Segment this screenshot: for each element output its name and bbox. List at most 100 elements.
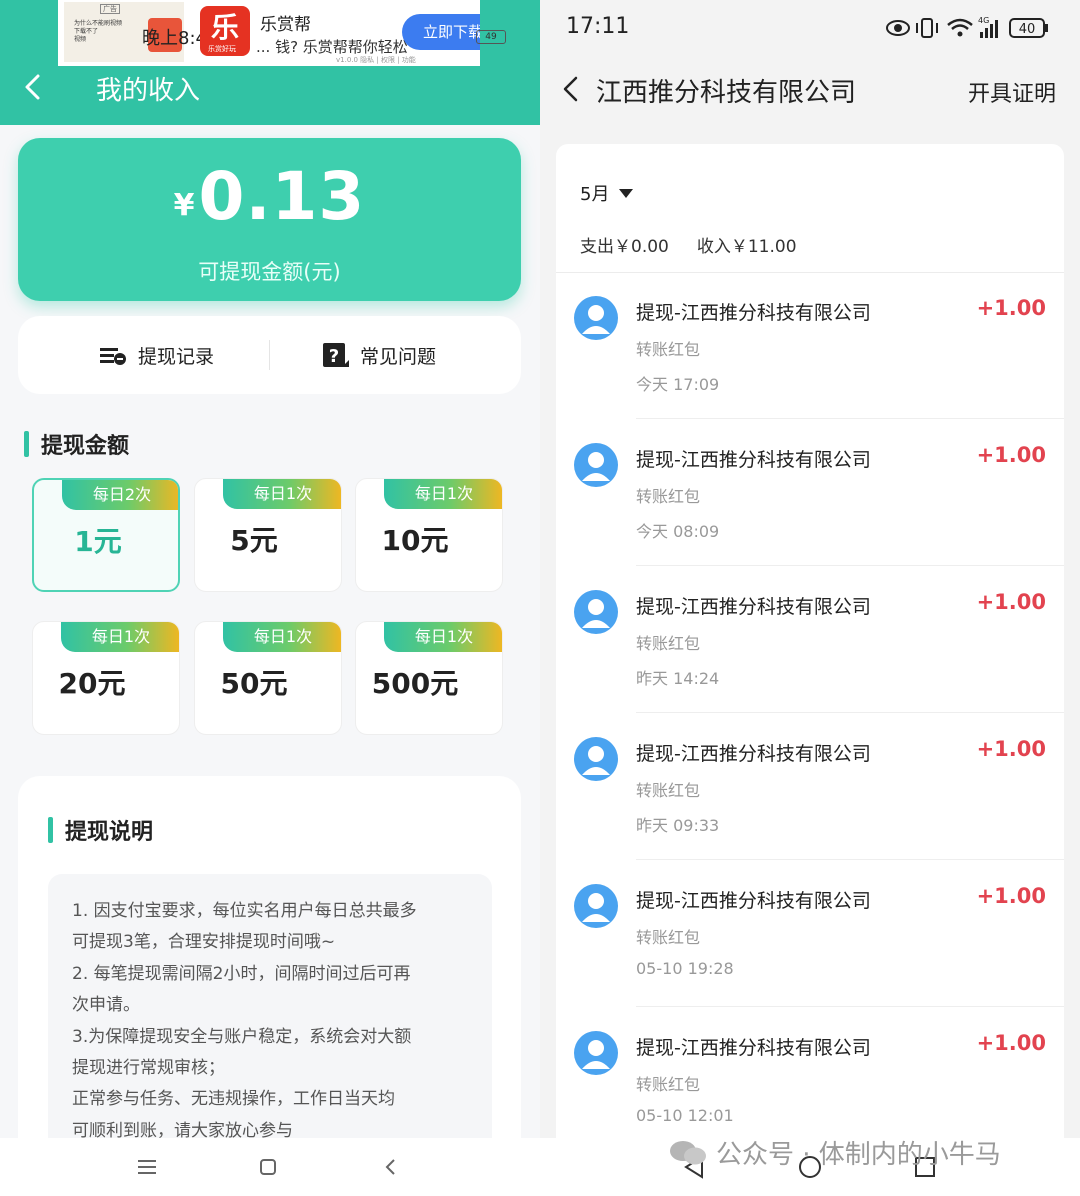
amount-limit-tag: 每日1次 bbox=[223, 622, 341, 652]
amount-option-20[interactable]: 每日1次 20元 bbox=[32, 621, 180, 735]
faq-button[interactable]: ? 常见问题 bbox=[320, 316, 436, 394]
transaction-row[interactable]: 提现-江西推分科技有限公司 +1.00 转账红包 昨天 09:33 bbox=[556, 713, 1064, 860]
balance-amount: ¥0.13 bbox=[18, 158, 521, 235]
transaction-time: 05-10 19:28 bbox=[636, 959, 734, 978]
home-icon[interactable] bbox=[253, 1152, 283, 1182]
transaction-type: 转账红包 bbox=[636, 781, 701, 800]
menu-icon[interactable] bbox=[132, 1152, 162, 1182]
svg-text:?: ? bbox=[329, 346, 339, 367]
battery-icon: 40 bbox=[1009, 18, 1048, 38]
issue-certificate-button[interactable]: 开具证明 bbox=[968, 76, 1056, 108]
notes-text: 1. 因支付宝要求，每位实名用户每日总共最多 可提现3笔，合理安排提现时间哦~ … bbox=[72, 896, 476, 1147]
transaction-amount: +1.00 bbox=[976, 296, 1046, 320]
amount-option-10[interactable]: 每日1次 10元 bbox=[355, 478, 503, 592]
wifi-icon bbox=[947, 18, 973, 37]
status-icons: 4G 40 bbox=[886, 16, 1048, 38]
amount-limit-tag: 每日1次 bbox=[223, 479, 341, 509]
amount-value: 10元 bbox=[381, 524, 449, 557]
transaction-amount: +1.00 bbox=[976, 884, 1046, 908]
record-list-icon bbox=[100, 348, 126, 365]
notes-line: 提现进行常规审核； bbox=[72, 1058, 225, 1079]
action-bar: 提现记录 ? 常见问题 bbox=[18, 316, 521, 394]
status-time: 17:11 bbox=[566, 14, 630, 39]
month-selector[interactable]: 5月 bbox=[580, 180, 634, 206]
amount-option-500[interactable]: 每日1次 500元 bbox=[355, 621, 503, 735]
balance-label: 可提现金额(元) bbox=[198, 260, 341, 284]
transaction-row[interactable]: 提现-江西推分科技有限公司 +1.00 转账红包 今天 17:09 bbox=[556, 272, 1064, 419]
amount-limit-tag: 每日1次 bbox=[384, 479, 502, 509]
month-summary: 支出￥0.00 收入￥11.00 bbox=[580, 232, 797, 257]
system-nav-bar bbox=[0, 1138, 540, 1196]
transaction-time: 昨天 14:24 bbox=[636, 669, 720, 688]
transaction-row[interactable]: 提现-江西推分科技有限公司 +1.00 转账红包今天 08:09 bbox=[556, 419, 1064, 566]
balance-value: 0.13 bbox=[198, 158, 366, 235]
notes-line: 次申请。 bbox=[72, 995, 140, 1016]
ad-logo-caption: 乐赏好玩 bbox=[208, 45, 236, 53]
watermark: 公众号 · 体制内的小牛马 bbox=[668, 1134, 1001, 1171]
notes-line: 可提现3笔，合理安排提现时间哦~ bbox=[72, 932, 336, 953]
page-title: 江西推分科技有限公司 bbox=[596, 78, 857, 108]
page-title: 我的收入 bbox=[96, 76, 201, 106]
withdraw-notes-card: 提现说明 1. 因支付宝要求，每位实名用户每日总共最多 可提现3笔，合理安排提现… bbox=[18, 776, 521, 1196]
transaction-type: 转账红包 bbox=[636, 1075, 701, 1094]
transaction-row[interactable]: 提现-江西推分科技有限公司 +1.00 转账红包 05-10 19:28 bbox=[556, 860, 1064, 1007]
withdraw-record-button[interactable]: 提现记录 bbox=[98, 316, 214, 394]
ad-fineprint[interactable]: v1.0.0 隐私 | 权限 | 功能 bbox=[336, 55, 416, 65]
ad-description: ... 钱? 乐赏帮帮你轻松 bbox=[256, 38, 408, 56]
transaction-amount: +1.00 bbox=[976, 590, 1046, 614]
section-accent-bar bbox=[48, 817, 53, 843]
balance-card: ¥0.13 可提现金额(元) bbox=[18, 138, 521, 301]
income-total: 收入￥11.00 bbox=[696, 237, 797, 257]
ad-download-button[interactable]: 立即下载 bbox=[402, 14, 480, 50]
svg-text:4G: 4G bbox=[978, 16, 989, 25]
transaction-amount: +1.00 bbox=[976, 1031, 1046, 1055]
transaction-row[interactable]: 提现-江西推分科技有限公司 +1.00 转账红包 05-10 12:01 bbox=[556, 1007, 1064, 1154]
transaction-title: 提现-江西推分科技有限公司 bbox=[636, 596, 871, 618]
section-accent-bar bbox=[24, 431, 29, 457]
transaction-time: 昨天 09:33 bbox=[636, 816, 720, 835]
transaction-type: 转账红包 bbox=[636, 487, 701, 506]
back-arrow-icon[interactable] bbox=[556, 74, 586, 104]
notes-title: 提现说明 bbox=[48, 814, 153, 846]
screenshot-composite: 广告 为什么不能刷视频 下载不了 视频 晚上8:40 乐 乐赏好玩 乐赏帮 ..… bbox=[0, 0, 1080, 1196]
amount-option-50[interactable]: 每日1次 50元 bbox=[194, 621, 342, 735]
transaction-row[interactable]: 提现-江西推分科技有限公司 +1.00 转账红包昨天 14:24 bbox=[556, 566, 1064, 713]
ad-title: 乐赏帮 bbox=[260, 15, 311, 35]
user-avatar-icon bbox=[574, 590, 618, 634]
notes-line: 3.为保障提现安全与账户稳定，系统会对大额 bbox=[72, 1026, 412, 1047]
transaction-title: 提现-江西推分科技有限公司 bbox=[636, 302, 871, 324]
signal-icon: 4G bbox=[978, 16, 998, 38]
transaction-title: 提现-江西推分科技有限公司 bbox=[636, 743, 871, 765]
vibrate-icon bbox=[916, 18, 938, 38]
notes-line: 2. 每笔提现需间隔2小时，间隔时间过后可再 bbox=[72, 963, 411, 984]
user-avatar-icon bbox=[574, 737, 618, 781]
currency-symbol: ¥ bbox=[173, 188, 195, 223]
transaction-title: 提现-江西推分科技有限公司 bbox=[636, 1037, 871, 1059]
ad-banner[interactable]: 广告 为什么不能刷视频 下载不了 视频 晚上8:40 乐 乐赏好玩 乐赏帮 ..… bbox=[58, 0, 480, 66]
chevron-down-icon bbox=[619, 188, 634, 198]
amount-value: 500元 bbox=[371, 667, 459, 700]
notes-line: 正常参与任务、无违规操作，工作日当天均 bbox=[72, 1089, 395, 1110]
withdraw-record-label: 提现记录 bbox=[138, 345, 215, 368]
ad-overlay-battery: 49 bbox=[476, 30, 506, 44]
amount-option-5[interactable]: 每日1次 5元 bbox=[194, 478, 342, 592]
user-avatar-icon bbox=[574, 443, 618, 487]
amount-option-1[interactable]: 每日2次 1元 bbox=[32, 478, 180, 592]
transaction-type: 转账红包 bbox=[636, 340, 701, 359]
notes-line: 1. 因支付宝要求，每位实名用户每日总共最多 bbox=[72, 901, 417, 921]
transaction-time: 今天 08:09 bbox=[636, 522, 720, 541]
transaction-title: 提现-江西推分科技有限公司 bbox=[636, 449, 871, 471]
user-avatar-icon bbox=[574, 296, 618, 340]
transaction-time: 05-10 12:01 bbox=[636, 1106, 734, 1125]
transaction-type: 转账红包 bbox=[636, 634, 701, 653]
back-arrow-icon[interactable] bbox=[18, 72, 48, 102]
user-avatar-icon bbox=[574, 884, 618, 928]
transaction-amount: +1.00 bbox=[976, 443, 1046, 467]
faq-icon: ? bbox=[323, 343, 349, 367]
back-icon[interactable] bbox=[376, 1152, 406, 1182]
ad-thumb-text: 为什么不能刷视频 下载不了 视频 bbox=[74, 20, 123, 43]
amount-value: 50元 bbox=[220, 667, 288, 700]
notes-box: 1. 因支付宝要求，每位实名用户每日总共最多 可提现3笔，合理安排提现时间哦~ … bbox=[48, 874, 492, 1174]
svg-text:40: 40 bbox=[1019, 22, 1036, 37]
transaction-screen: 17:11 4G 40 江西推分科技有限公司 开具证明 5月 支出￥0.00 收… bbox=[540, 0, 1080, 1196]
